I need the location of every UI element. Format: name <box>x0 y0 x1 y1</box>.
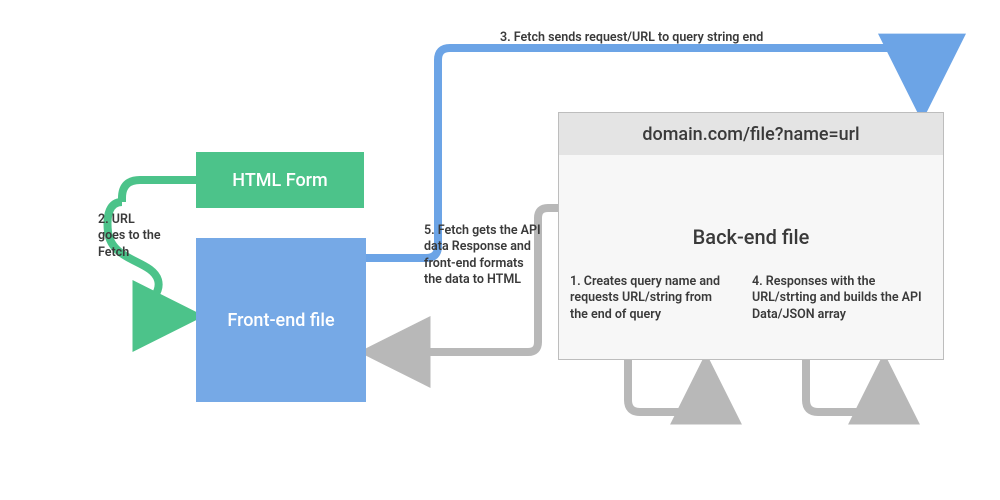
html-form-label: HTML Form <box>232 170 327 191</box>
arrow-step1-loop <box>628 360 706 412</box>
caption-step4: 4. Responses with the URL/strting and bu… <box>752 274 942 323</box>
back-end-box: domain.com/file?name=url Back-end file <box>558 112 944 360</box>
front-end-box: Front-end file <box>196 238 366 402</box>
caption-step2: 2. URL goes to the Fetch <box>98 212 162 261</box>
url-bar: domain.com/file?name=url <box>559 113 943 155</box>
caption-step3: 3. Fetch sends request/URL to query stri… <box>500 30 763 46</box>
arrow-step4-loop <box>806 360 884 412</box>
caption-step5: 5. Fetch gets the API data Response and … <box>424 223 542 288</box>
front-end-label: Front-end file <box>227 310 334 331</box>
html-form-box: HTML Form <box>196 152 364 208</box>
caption-step1: 1. Creates query name and requests URL/s… <box>570 274 732 323</box>
url-bar-text: domain.com/file?name=url <box>642 124 859 145</box>
arrow-step2-tail <box>122 180 196 202</box>
back-end-label: Back-end file <box>693 225 810 249</box>
